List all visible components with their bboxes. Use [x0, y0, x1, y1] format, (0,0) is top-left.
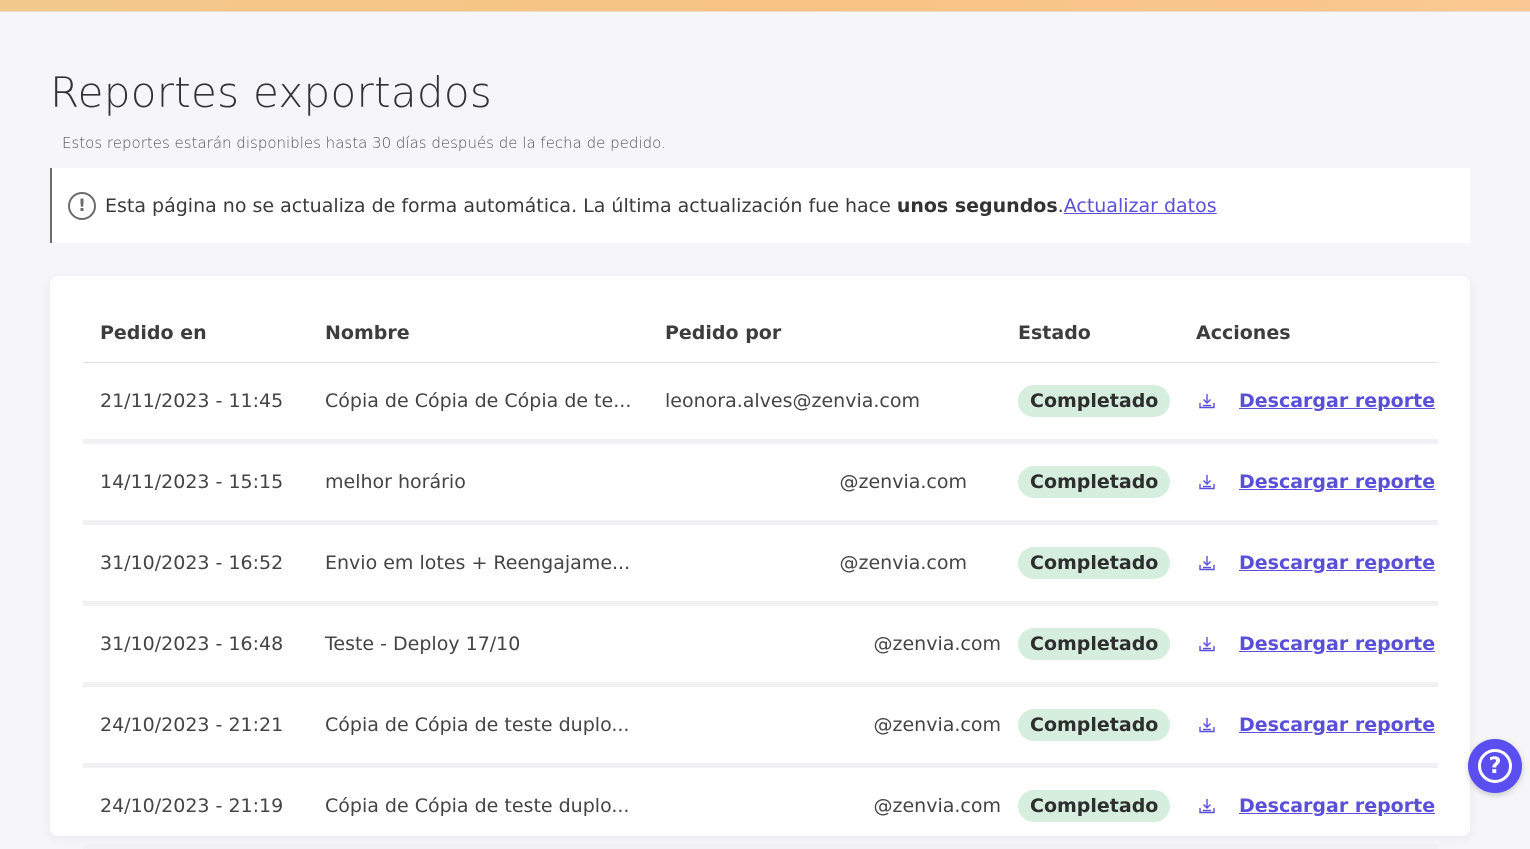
- cell-actions: Descargar reporte: [1179, 684, 1438, 768]
- cell-status: Completado: [1001, 362, 1179, 444]
- page-title: Reportes exportados: [50, 68, 493, 117]
- download-action: Descargar reporte: [1196, 795, 1438, 817]
- status-badge: Completado: [1018, 466, 1171, 498]
- table-row: 24/10/2023 - 21:19 Cópia de Cópia de test…: [83, 765, 1438, 849]
- download-report-link[interactable]: Descargar reporte: [1239, 633, 1435, 655]
- update-notice: ! Esta página no se actualiza de forma a…: [50, 168, 1470, 243]
- status-badge: Completado: [1018, 790, 1171, 822]
- cell-status: Completado: [1001, 522, 1179, 606]
- cell-requested-by: leonora.alves@zenvia.com: [648, 362, 1001, 444]
- cell-actions: Descargar reporte: [1179, 362, 1438, 444]
- help-icon: ?: [1478, 749, 1512, 783]
- header-name: Nombre: [308, 304, 648, 363]
- cell-requested-by: @zenvia.com: [648, 522, 1001, 606]
- download-report-link[interactable]: Descargar reporte: [1239, 795, 1435, 817]
- cell-status: Completado: [1001, 765, 1179, 849]
- cell-actions: Descargar reporte: [1179, 522, 1438, 606]
- table-row: 21/11/2023 - 11:45 Cópia de Cópia de Cópi…: [83, 362, 1438, 444]
- table-row: 31/10/2023 - 16:48 Teste - Deploy 17/10 @z…: [83, 603, 1438, 687]
- table-row: 31/10/2023 - 16:52 Envio em lotes + Reeng…: [83, 522, 1438, 606]
- cell-name: Cópia de Cópia de Cópia de te...: [308, 362, 648, 444]
- cell-requested-at: 24/10/2023 - 21:19: [83, 765, 308, 849]
- cell-requested-at: 24/10/2023 - 21:21: [83, 684, 308, 768]
- download-icon: [1199, 475, 1215, 490]
- download-icon: [1199, 637, 1215, 652]
- download-icon: [1199, 718, 1215, 733]
- download-action: Descargar reporte: [1196, 471, 1438, 493]
- help-button[interactable]: ?: [1468, 739, 1522, 793]
- reports-table: Pedido en Nombre Pedido por Estado Accio…: [83, 304, 1438, 849]
- download-report-link[interactable]: Descargar reporte: [1239, 390, 1435, 412]
- cell-status: Completado: [1001, 684, 1179, 768]
- download-action: Descargar reporte: [1196, 552, 1438, 574]
- download-report-link[interactable]: Descargar reporte: [1239, 714, 1435, 736]
- cell-requested-by: @zenvia.com: [648, 603, 1001, 687]
- cell-requested-at: 21/11/2023 - 11:45: [83, 362, 308, 444]
- table-row: 24/10/2023 - 21:21 Cópia de Cópia de test…: [83, 684, 1438, 768]
- cell-requested-by: @zenvia.com: [648, 441, 1001, 525]
- cell-requested-at: 31/10/2023 - 16:48: [83, 603, 308, 687]
- cell-requested-by: @zenvia.com: [648, 684, 1001, 768]
- table-header-row: Pedido en Nombre Pedido por Estado Accio…: [83, 304, 1438, 363]
- download-icon: [1199, 556, 1215, 571]
- cell-requested-at: 14/11/2023 - 15:15: [83, 441, 308, 525]
- cell-actions: Descargar reporte: [1179, 765, 1438, 849]
- download-report-link[interactable]: Descargar reporte: [1239, 552, 1435, 574]
- status-badge: Completado: [1018, 385, 1171, 417]
- header-requested-at: Pedido en: [83, 304, 308, 363]
- notice-time: unos segundos: [896, 194, 1058, 217]
- cell-name: Cópia de Cópia de teste duplo...: [308, 684, 648, 768]
- cell-requested-at: 31/10/2023 - 16:52: [83, 522, 308, 606]
- download-action: Descargar reporte: [1196, 390, 1438, 412]
- cell-name: Teste - Deploy 17/10: [308, 603, 648, 687]
- status-badge: Completado: [1018, 628, 1171, 660]
- download-icon: [1199, 799, 1215, 814]
- cell-name: Cópia de Cópia de teste duplo...: [308, 765, 648, 849]
- cell-name: melhor horário: [308, 441, 648, 525]
- top-accent-bar: [0, 0, 1530, 12]
- cell-status: Completado: [1001, 603, 1179, 687]
- cell-actions: Descargar reporte: [1179, 603, 1438, 687]
- download-icon: [1199, 394, 1215, 409]
- status-badge: Completado: [1018, 709, 1171, 741]
- reports-card: Pedido en Nombre Pedido por Estado Accio…: [50, 276, 1470, 849]
- table-row: 14/11/2023 - 15:15 melhor horário @zenvia.…: [83, 441, 1438, 525]
- header-status: Estado: [1001, 304, 1179, 363]
- refresh-data-link[interactable]: Actualizar datos: [1064, 195, 1217, 217]
- header-requested-by: Pedido por: [648, 304, 1001, 363]
- cell-actions: Descargar reporte: [1179, 441, 1438, 525]
- download-action: Descargar reporte: [1196, 633, 1438, 655]
- cell-requested-by: @zenvia.com: [648, 765, 1001, 849]
- notice-text: Esta página no se actualiza de forma aut…: [105, 194, 1064, 217]
- cell-status: Completado: [1001, 441, 1179, 525]
- status-badge: Completado: [1018, 547, 1171, 579]
- info-icon: !: [68, 191, 96, 220]
- download-action: Descargar reporte: [1196, 714, 1438, 736]
- download-report-link[interactable]: Descargar reporte: [1239, 471, 1435, 493]
- page-subtitle: Estos reportes estarán disponibles hasta…: [62, 134, 666, 152]
- header-actions: Acciones: [1179, 304, 1438, 363]
- cell-name: Envio em lotes + Reengajame...: [308, 522, 648, 606]
